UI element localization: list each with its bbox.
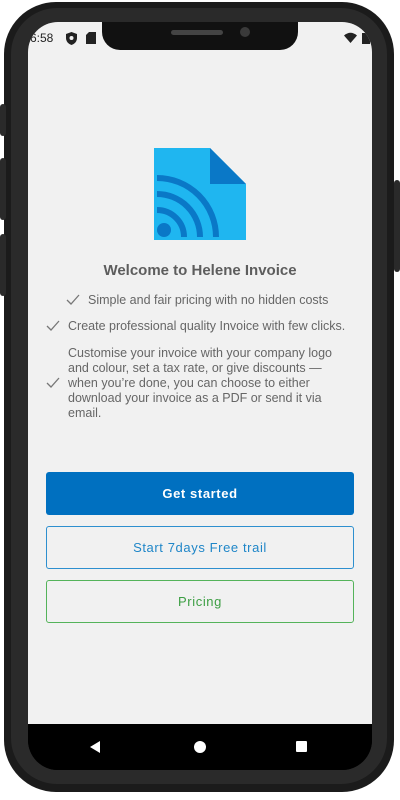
camera-notch — [102, 22, 298, 50]
check-icon — [46, 320, 60, 331]
feature-text: download your invoice as a PDF or send i… — [68, 391, 322, 405]
home-icon[interactable] — [194, 741, 206, 753]
navigation-bar — [28, 724, 372, 770]
free-trial-button[interactable]: Start 7days Free trail — [46, 526, 354, 569]
side-button-volume-up — [0, 158, 6, 220]
feature-item-customise: Customise your invoice with your company… — [46, 346, 366, 422]
shield-icon — [66, 32, 77, 45]
status-time: 6:58 — [30, 31, 54, 45]
feature-text: Customise your invoice with your company… — [68, 346, 333, 360]
welcome-title: Welcome to Helene Invoice — [103, 262, 297, 279]
recents-icon[interactable] — [296, 741, 307, 752]
back-icon[interactable] — [90, 741, 100, 753]
feature-text: email. — [68, 406, 102, 420]
phone-screen: 6:58 Welcome to Helene Invoice Simple an… — [28, 22, 372, 770]
sim-card-icon — [86, 32, 96, 44]
side-button-power — [394, 180, 400, 272]
get-started-button[interactable]: Get started — [46, 472, 354, 515]
check-icon — [66, 294, 80, 305]
feature-text: when you’re done, you can choose to eith… — [68, 376, 310, 390]
side-button-mute — [0, 104, 6, 136]
battery-icon — [362, 33, 370, 44]
document-rss-icon — [154, 148, 246, 240]
earpiece-speaker — [171, 30, 223, 35]
pricing-button[interactable]: Pricing — [46, 580, 354, 623]
feature-text: Simple and fair pricing with no hidden c… — [88, 293, 329, 307]
check-icon — [46, 377, 60, 388]
front-camera — [240, 27, 250, 37]
side-button-volume-down — [0, 234, 6, 296]
feature-text: Create professional quality Invoice with… — [68, 319, 346, 333]
feature-text: and colour, set a tax rate, or give disc… — [68, 361, 322, 375]
wifi-icon — [344, 32, 357, 43]
